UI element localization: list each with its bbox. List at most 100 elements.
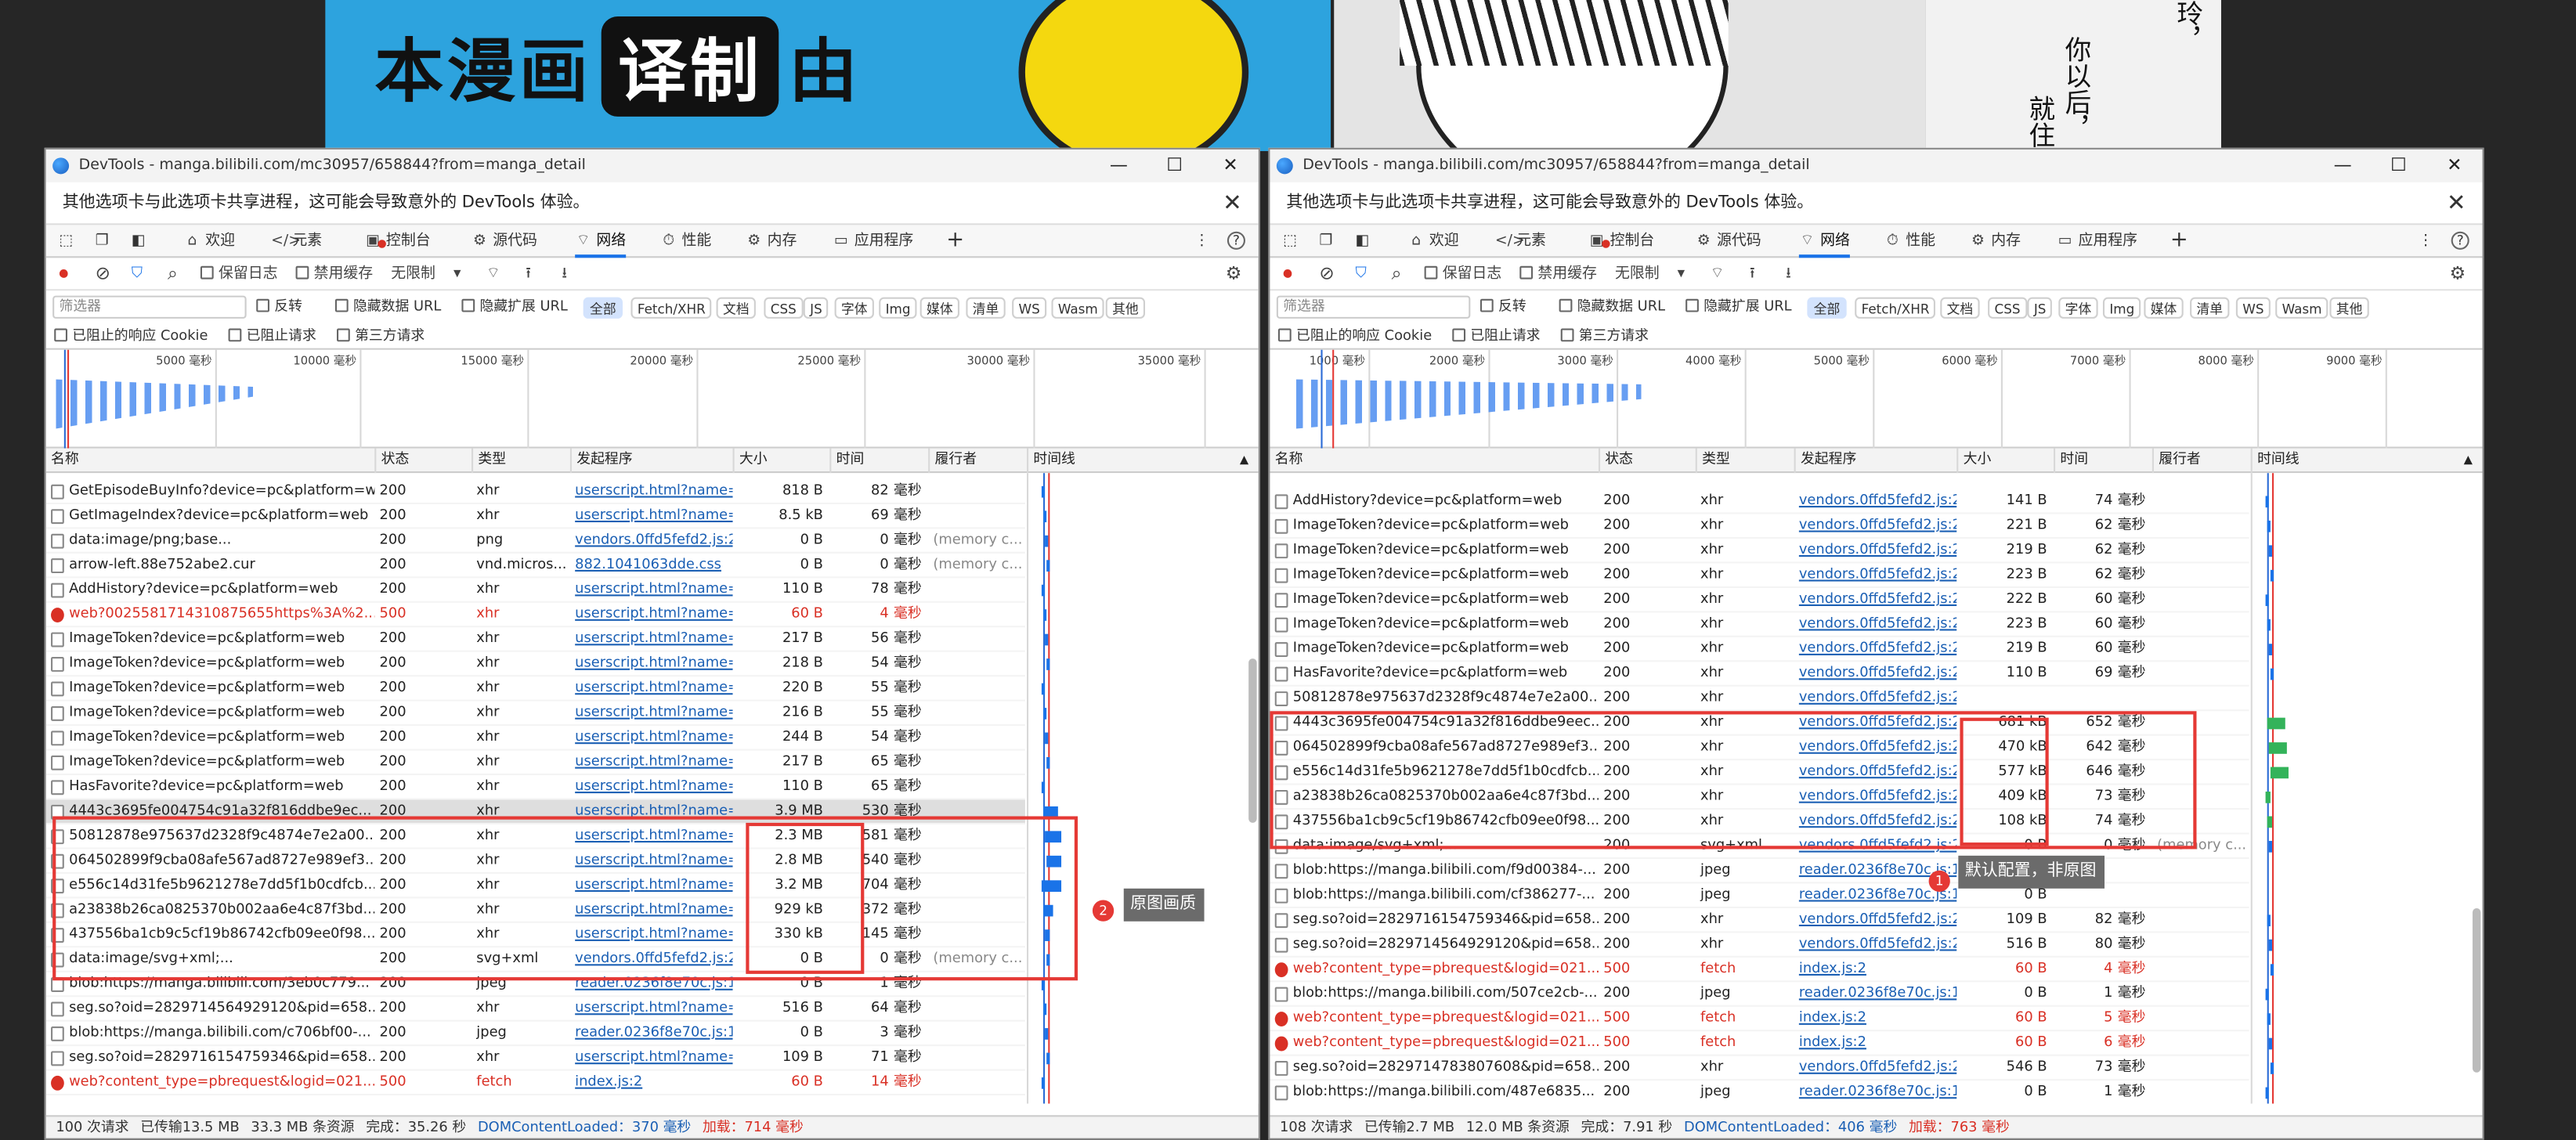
column-header[interactable]: 发起程序 <box>1794 448 1957 474</box>
checkbox-box[interactable] <box>228 328 242 342</box>
initiator-link[interactable]: userscript.html?name=I <box>570 874 732 898</box>
filter-type-chip[interactable]: 媒体 <box>2144 297 2184 319</box>
notice-close-button[interactable]: ✕ <box>1223 182 1242 225</box>
tab-performance[interactable]: ⏱ 性能 <box>660 225 711 258</box>
close-window-button[interactable]: ✕ <box>2426 150 2482 182</box>
network-overview[interactable]: 5000 毫秒 10000 毫秒 15000 毫秒 20000 毫秒 25000 毫秒 3… <box>45 349 1259 449</box>
initiator-link[interactable]: vendors.0ffd5fefd2.js:2 <box>1794 662 1956 686</box>
initiator-link[interactable]: index.js:2 <box>570 1071 733 1095</box>
add-tab-button[interactable]: + <box>2170 225 2188 258</box>
record-icon[interactable]: ⏺ <box>60 258 69 290</box>
initiator-link[interactable]: vendors.0ffd5fefd2.js:2 <box>1794 810 1956 834</box>
table-row[interactable]: a23838b26ca0825370b002aa6e4c87f3bd... 200… <box>45 898 1025 923</box>
table-row[interactable]: 4443c3695fe004754c91a32f816ddbe9eec... 20… <box>1270 711 2249 736</box>
tab-elements[interactable]: </>元素 <box>1495 225 1546 258</box>
checkbox-box[interactable] <box>337 328 350 342</box>
table-row[interactable]: blob:https://manga.bilibili.com/c706bf00… <box>45 1022 1025 1047</box>
initiator-link[interactable]: reader.0236f8e70c.js:1 <box>1794 1080 1956 1103</box>
table-row[interactable]: 4443c3695fe004754c91a32f816ddbe9ec... 200… <box>45 799 1025 824</box>
initiator-link[interactable]: userscript.html?name=I <box>570 775 732 799</box>
table-row[interactable]: ImageToken?device=pc&platform=web 200 xhr v… <box>1270 637 2249 662</box>
invert-checkbox[interactable]: 反转 <box>256 290 302 323</box>
column-header[interactable]: 名称 <box>46 449 375 473</box>
filter-type-chip[interactable]: Img <box>879 297 917 319</box>
initiator-link[interactable]: userscript.html?name=I <box>570 923 732 947</box>
table-row[interactable]: seg.so?oid=2829714783807608&pid=658... 20… <box>1270 1056 2249 1081</box>
checkbox-box[interactable] <box>461 298 475 312</box>
disable-cache-checkbox[interactable]: 禁用缓存 <box>1519 258 1597 290</box>
help-button[interactable]: ? <box>1227 231 1245 250</box>
initiator-link[interactable]: vendors.0ffd5fefd2.js:2 <box>1794 711 1956 735</box>
inspect-icon[interactable]: ❐ <box>1319 225 1332 258</box>
initiator-link[interactable]: vendors.0ffd5fefd2.js:2 <box>1794 908 1956 933</box>
table-row[interactable]: seg.so?oid=2829714564929120&pid=658... 20… <box>45 997 1025 1022</box>
record-icon[interactable]: ⏺ <box>1283 258 1292 290</box>
initiator-link[interactable]: userscript.html?name=I <box>570 702 732 726</box>
third-party-checkbox[interactable]: 第三方请求 <box>1560 323 1649 350</box>
add-tab-button[interactable]: + <box>946 225 964 258</box>
initiator-link[interactable]: reader.0236f8e70c.js:1 <box>570 972 732 997</box>
chevron-down-icon[interactable]: ▾ <box>1678 258 1685 290</box>
initiator-link[interactable]: vendors.0ffd5fefd2.js:2 <box>570 529 732 553</box>
tab-console[interactable]: ▣ 控制台 <box>1588 225 1654 258</box>
filter-type-chip[interactable]: Fetch/XHR <box>1855 297 1936 319</box>
column-header[interactable]: 状态 <box>1598 448 1696 474</box>
filter-type-chip[interactable]: 其他 <box>1105 297 1146 319</box>
initiator-link[interactable]: index.js:2 <box>1794 958 1957 982</box>
column-header[interactable]: 发起程序 <box>569 448 733 474</box>
initiator-link[interactable]: vendors.0ffd5fefd2.js:2 <box>1794 563 1956 587</box>
table-row[interactable]: HasFavorite?device=pc&platform=web 200 xhr… <box>1270 662 2249 687</box>
initiator-link[interactable]: 882.1041063dde.css <box>570 554 733 578</box>
download-icon[interactable]: ⭳ <box>1786 258 1791 290</box>
initiator-link[interactable]: vendors.0ffd5fefd2.js:2 <box>1794 514 1956 539</box>
initiator-link[interactable]: vendors.0ffd5fefd2.js:2 <box>1794 489 1956 514</box>
column-header[interactable]: 大小 <box>1956 448 2054 474</box>
column-header[interactable]: 时间线 <box>1027 448 1259 474</box>
table-row[interactable]: web?0025581714310875655https%3A%2... 500 x… <box>45 603 1025 628</box>
tab-network[interactable]: ⌔ 网络 <box>575 225 627 258</box>
checkbox-box[interactable] <box>295 265 309 280</box>
table-row[interactable]: ImageToken?device=pc&platform=web 200 xhr u… <box>45 702 1025 727</box>
help-button[interactable]: ? <box>2451 231 2469 250</box>
table-row[interactable]: a23838b26ca0825370b002aa6e4c87f3bd... 200… <box>1270 785 2249 810</box>
column-header[interactable]: 状态 <box>374 448 471 474</box>
minimize-button[interactable]: — <box>1091 150 1147 182</box>
throttle-select[interactable]: 无限制 <box>1615 258 1660 290</box>
initiator-link[interactable]: vendors.0ffd5fefd2.js:2 <box>1794 785 1956 810</box>
table-row[interactable]: web?content_type=pbrequest&logid=021... 5… <box>1270 958 2249 983</box>
filter-type-chip[interactable]: 其他 <box>2329 297 2369 319</box>
upload-icon[interactable]: ⭱ <box>1750 258 1755 290</box>
table-row[interactable]: HasFavorite?device=pc&platform=web 200 xhr… <box>45 775 1025 800</box>
initiator-link[interactable]: vendors.0ffd5fefd2.js:2 <box>1794 933 1956 957</box>
checkbox-box[interactable] <box>1277 328 1292 342</box>
table-row[interactable]: seg.so?oid=2829714564929120&pid=658... 20… <box>1270 933 2249 958</box>
hide-extension-urls-checkbox[interactable]: 隐藏扩展 URL <box>1685 290 1792 323</box>
chevron-down-icon[interactable]: ▾ <box>453 258 461 290</box>
device-toolbar-icon[interactable]: ⬚ <box>60 225 74 258</box>
table-row[interactable]: ImageToken?device=pc&platform=web 200 xhr u… <box>45 627 1025 652</box>
initiator-link[interactable]: vendors.0ffd5fefd2.js:2 <box>1794 760 1956 785</box>
table-row[interactable]: 437556ba1cb9c5cf19b86742cfb09ee0f98... 20… <box>1270 810 2249 835</box>
blocked-requests-checkbox[interactable]: 已阻止请求 <box>1452 323 1541 350</box>
filter-type-chip[interactable]: 媒体 <box>919 297 959 319</box>
filter-icon[interactable]: ⛉ <box>1356 258 1367 290</box>
column-header[interactable]: 履行者 <box>2151 448 2251 474</box>
filter-type-chip[interactable]: JS <box>803 297 829 319</box>
initiator-link[interactable]: index.js:2 <box>1794 1031 1957 1055</box>
checkbox-box[interactable] <box>1424 265 1438 280</box>
table-row[interactable]: arrow-left.88e752abe2.cur 200 vnd.micros..… <box>45 554 1025 579</box>
table-row[interactable]: ImageToken?device=pc&platform=web 200 xhr v… <box>1270 563 2249 588</box>
table-row[interactable]: 064502899f9cba08afe567ad8727e989ef3... 20… <box>45 849 1025 874</box>
tab-application[interactable]: ▭ 应用程序 <box>833 225 913 258</box>
filter-type-chip[interactable]: 字体 <box>834 297 874 319</box>
device-toolbar-icon[interactable]: ⬚ <box>1283 225 1297 258</box>
gear-icon[interactable]: ⚙ <box>2450 258 2466 290</box>
table-row[interactable]: ImageToken?device=pc&platform=web 200 xhr v… <box>1270 612 2249 637</box>
column-header[interactable]: 时间线 <box>2250 448 2483 474</box>
filter-type-chip[interactable]: 清单 <box>966 297 1006 319</box>
table-row[interactable]: web?content_type=pbrequest&logid=021... 5… <box>45 1071 1025 1096</box>
search-icon[interactable]: ⌕ <box>1392 258 1402 290</box>
tab-performance[interactable]: ⏱ 性能 <box>1884 225 1935 258</box>
preserve-log-checkbox[interactable]: 保留日志 <box>200 258 278 290</box>
checkbox-box[interactable] <box>1519 265 1534 280</box>
